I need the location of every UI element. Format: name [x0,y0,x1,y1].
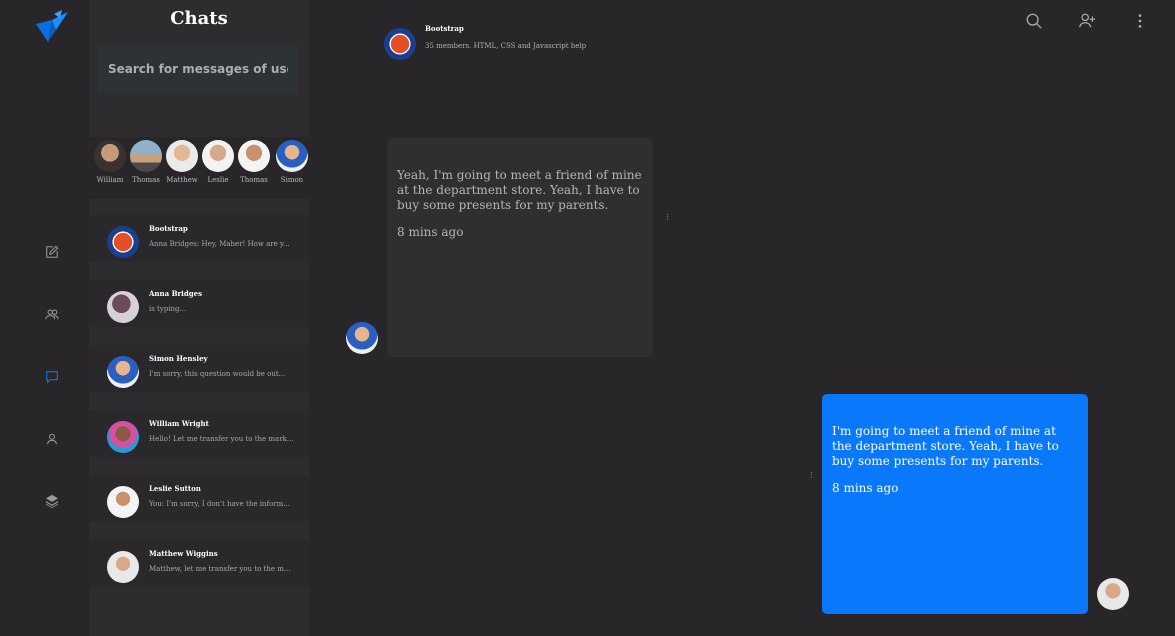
conversation-preview: Hello! Let me transfer you to the mark..… [149,435,294,443]
rail-edit-button[interactable] [42,242,62,262]
message-text: Yeah, I'm going to meet a friend of mine… [397,168,642,212]
rail-chats-button[interactable] [42,367,62,387]
conversation-preview: You: I'm sorry, I don't have the inform.… [149,500,290,508]
story-name: Leslie [207,176,229,184]
chats-panel: Chats William Thomas Matthew Leslie Thom… [89,0,309,636]
chat-subtitle: 35 members. HTML, CSS and Javascript hel… [425,42,587,50]
avatar [107,421,139,453]
add-user-button[interactable] [1076,10,1098,32]
conversation-name: Matthew Wiggins [149,549,218,558]
chats-title: Chats [170,8,228,29]
story-name: Simon [280,176,304,184]
conversation-item[interactable]: Leslie Sutton You: I'm sorry, I don't ha… [89,475,309,522]
conversation-preview: is typing... [149,305,187,313]
more-icon [1138,14,1142,28]
group-avatar[interactable] [384,28,416,60]
avatar [1097,578,1129,610]
avatar [107,226,139,258]
search-icon [1026,13,1042,29]
app-logo[interactable] [34,10,70,44]
message-options-icon[interactable]: ⋮ [808,472,815,479]
rail-profile-button[interactable] [42,429,62,449]
avatar [107,486,139,518]
navigation-rail [0,0,89,636]
message-text: I'm going to meet a friend of mine at th… [832,424,1059,468]
edit-icon [46,245,59,258]
story-name: William [96,176,124,184]
conversation-preview: Anna Bridges: Hey, Maher! How are y... [149,240,290,248]
conversation-name: Anna Bridges [149,289,203,298]
rail-contacts-button[interactable] [42,304,62,324]
story-name: Thomas [132,176,160,184]
conversation-name: William Wright [149,419,209,428]
conversation-name: Bootstrap [149,224,188,233]
avatar [107,551,139,583]
story-item[interactable]: Thomas [237,140,271,184]
avatar [94,140,126,172]
more-options-button[interactable] [1129,10,1151,32]
avatar [202,140,234,172]
story-item[interactable]: Leslie [201,140,235,184]
message-time: 8 mins ago [397,225,464,239]
rail-settings-button[interactable] [42,491,62,511]
conversation-preview: I'm sorry, this question would be out... [149,370,286,378]
add-user-icon [1079,13,1096,28]
message-time: 8 mins ago [832,481,899,495]
incoming-message: Yeah, I'm going to meet a friend of mine… [387,138,653,357]
user-icon [47,433,57,445]
conversation-name: Simon Hensley [149,354,208,363]
story-item[interactable]: Thomas [129,140,163,184]
search-input[interactable] [108,62,288,76]
layers-icon [45,494,59,508]
story-name: Matthew [166,176,198,184]
conversation-item[interactable]: Anna Bridges is typing... [89,280,309,327]
outgoing-message: I'm going to meet a friend of mine at th… [822,394,1088,614]
avatar [238,140,270,172]
message-options-icon[interactable]: ⋮ [664,214,671,221]
stories-row: William Thomas Matthew Leslie Thomas Sim… [89,137,309,199]
avatar [107,356,139,388]
conversation-name: Leslie Sutton [149,484,201,493]
avatar [166,140,198,172]
search-box [98,45,298,93]
conversation-item[interactable]: Bootstrap Anna Bridges: Hey, Maher! How … [89,215,309,262]
story-item[interactable]: Simon [275,140,309,184]
story-name: Thomas [240,176,268,184]
story-item[interactable]: Matthew [165,140,199,184]
chat-title: Bootstrap [425,24,464,33]
avatar [346,322,378,354]
users-icon [45,309,59,320]
conversation-item[interactable]: Matthew Wiggins Matthew, let me transfer… [89,540,309,587]
chat-icon [46,371,58,384]
story-item[interactable]: William [93,140,127,184]
conversation-item[interactable]: William Wright Hello! Let me transfer yo… [89,410,309,457]
avatar [107,291,139,323]
conversation-preview: Matthew, let me transfer you to the m... [149,565,291,573]
conversation-item[interactable]: Simon Hensley I'm sorry, this question w… [89,345,309,392]
search-button[interactable] [1023,10,1045,32]
avatar [130,140,162,172]
avatar [276,140,308,172]
